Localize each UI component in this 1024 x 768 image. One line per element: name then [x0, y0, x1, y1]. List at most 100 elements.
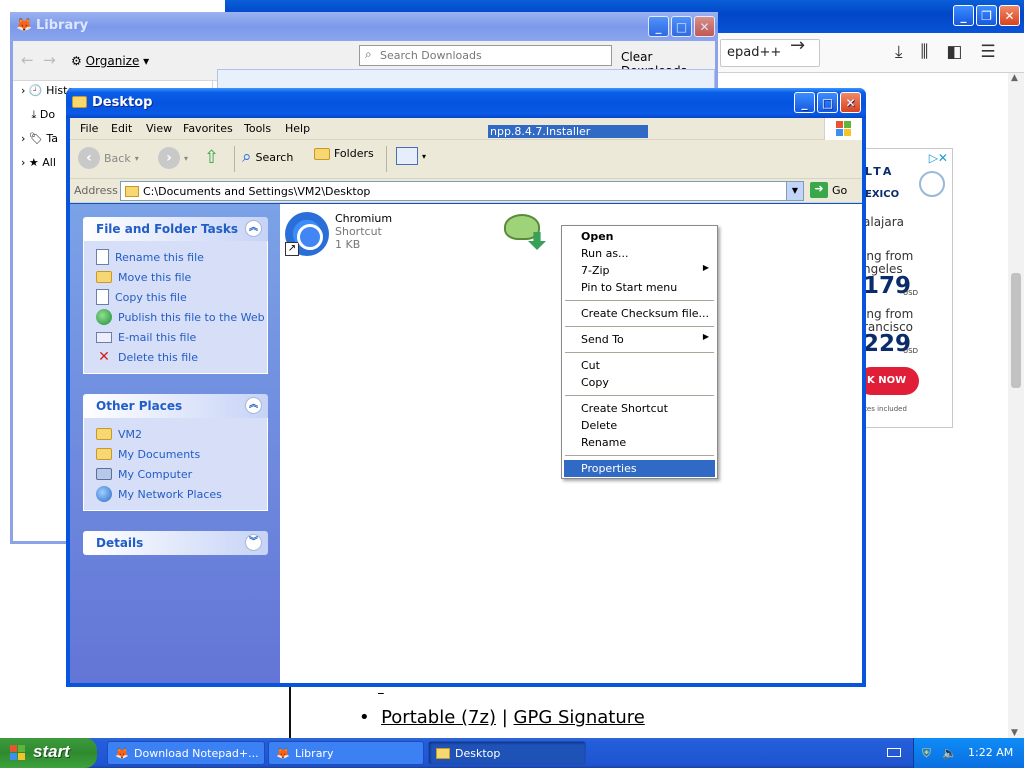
browser-scrollbar[interactable]: ▲ ▼: [1008, 73, 1024, 738]
taskbar-item-firefox[interactable]: 🦊 Download Notepad+...: [107, 741, 265, 765]
sidebar-item-all-bookmarks[interactable]: › ★ All: [21, 156, 56, 169]
place-my-documents[interactable]: My Documents: [96, 444, 267, 464]
sidebar-label: Do: [39, 108, 56, 121]
library-minimize-button[interactable]: _: [648, 16, 669, 37]
menu-item-label: Open: [581, 230, 614, 243]
place-vm2[interactable]: VM2: [96, 424, 267, 444]
library-search-input[interactable]: ⌕ Search Downloads: [359, 45, 612, 66]
ctx-rename[interactable]: Rename: [564, 434, 715, 451]
go-button[interactable]: ➜ Go: [810, 182, 847, 198]
place-my-network-places[interactable]: My Network Places: [96, 484, 267, 504]
flight-ad-banner[interactable]: ▷✕ LTA EXICO alajara ing from ngeles 179…: [857, 148, 953, 428]
up-folder-button[interactable]: ⇧: [204, 147, 219, 168]
other-places-header[interactable]: Other Places ︽: [83, 394, 268, 418]
scroll-down-icon[interactable]: ▼: [1011, 728, 1018, 738]
browser-restore-button[interactable]: ❐: [976, 5, 997, 26]
submenu-arrow-icon: ▶: [702, 332, 709, 341]
collapse-icon[interactable]: ︽: [245, 397, 262, 414]
library-close-button[interactable]: ✕: [694, 16, 715, 37]
back-button[interactable]: ‹ Back ▾: [78, 147, 139, 169]
ctx-7zip[interactable]: 7-Zip ▶: [564, 262, 715, 279]
sidebar-item-tags[interactable]: › 🏷 Ta: [21, 132, 58, 145]
file-npp-installer[interactable]: [502, 210, 550, 254]
ctx-create-shortcut[interactable]: Create Shortcut: [564, 400, 715, 417]
sidebar-item-downloads[interactable]: ⤓ Do: [21, 108, 55, 122]
folders-button[interactable]: Folders: [314, 147, 374, 160]
forward-button[interactable]: › ▾: [158, 147, 188, 169]
system-tray: ⛨ 🔈 1:22 AM: [913, 738, 1024, 768]
task-delete-file[interactable]: ✕ Delete this file: [96, 347, 267, 367]
views-button[interactable]: ▾: [396, 147, 426, 165]
menu-file[interactable]: File: [80, 122, 98, 135]
gpg-signature-link[interactable]: GPG Signature: [514, 707, 645, 728]
menu-item-label: Create Shortcut: [581, 402, 668, 415]
file-chromium-shortcut[interactable]: ↗ Chromium Shortcut 1 KB: [285, 212, 392, 256]
ctx-pin-start-menu[interactable]: Pin to Start menu: [564, 279, 715, 296]
address-dropdown-icon[interactable]: ▼: [786, 182, 803, 200]
security-shield-icon[interactable]: ⛨: [922, 746, 931, 761]
clock[interactable]: 1:22 AM: [968, 746, 1013, 759]
windows-flag-icon: [10, 745, 27, 761]
go-arrow-icon[interactable]: →: [790, 35, 805, 56]
back-forward-icon[interactable]: ← →: [21, 51, 56, 69]
ctx-open[interactable]: Open: [564, 228, 715, 245]
browser-minimize-button[interactable]: _: [953, 5, 974, 26]
expand-icon[interactable]: ︾: [245, 534, 262, 551]
library-icon[interactable]: ⫼: [921, 42, 929, 62]
portable-7z-link[interactable]: Portable (7z): [381, 707, 496, 728]
search-button[interactable]: ⌕ Search: [242, 147, 293, 167]
sidebar-icon[interactable]: ◧: [946, 42, 962, 62]
task-publish-web[interactable]: Publish this file to the Web: [96, 307, 267, 327]
task-move-file[interactable]: Move this file: [96, 267, 267, 287]
my-documents-icon: [96, 448, 112, 460]
ad-book-now-button[interactable]: K NOW: [857, 367, 919, 395]
task-rename-file[interactable]: Rename this file: [96, 247, 267, 267]
ctx-properties[interactable]: Properties: [564, 460, 715, 477]
organize-button[interactable]: ⚙ Organize ▾: [71, 54, 149, 68]
ad-choices-icon[interactable]: ▷✕: [929, 151, 948, 165]
panel-title: File and Folder Tasks: [96, 222, 239, 236]
ctx-cut[interactable]: Cut: [564, 357, 715, 374]
details-header[interactable]: Details ︾: [83, 531, 268, 555]
start-button[interactable]: start: [0, 738, 97, 768]
start-label: start: [33, 742, 70, 761]
organize-label: Organize: [85, 54, 140, 68]
file-folder-tasks-header[interactable]: File and Folder Tasks ︽: [83, 217, 268, 241]
explorer-maximize-button[interactable]: □: [817, 92, 838, 113]
ctx-delete[interactable]: Delete: [564, 417, 715, 434]
folder-icon: [72, 96, 87, 108]
menu-view[interactable]: View: [146, 122, 172, 135]
menu-item-label: Run as...: [581, 247, 629, 260]
menu-edit[interactable]: Edit: [111, 122, 132, 135]
menu-icon[interactable]: ☰: [980, 42, 995, 62]
keyboard-icon[interactable]: [887, 748, 901, 757]
browser-close-button[interactable]: ✕: [999, 5, 1020, 26]
downloads-icon[interactable]: ⤓: [895, 42, 903, 62]
library-title-bar[interactable]: 🦊 Library _ □ ✕: [10, 12, 718, 41]
ctx-create-checksum[interactable]: Create Checksum file...: [564, 305, 715, 322]
place-my-computer[interactable]: My Computer: [96, 464, 267, 484]
scroll-up-icon[interactable]: ▲: [1011, 73, 1018, 83]
task-copy-file[interactable]: Copy this file: [96, 287, 267, 307]
task-email-file[interactable]: E-mail this file: [96, 327, 267, 347]
library-maximize-button[interactable]: □: [671, 16, 692, 37]
publish-web-icon: [96, 309, 112, 325]
explorer-minimize-button[interactable]: _: [794, 92, 815, 113]
taskbar-item-library[interactable]: 🦊 Library: [268, 741, 424, 765]
address-input[interactable]: C:\Documents and Settings\VM2\Desktop ▼: [120, 181, 804, 201]
standard-toolbar: ‹ Back ▾ › ▾ ⇧ ⌕ Search Folders ▾: [70, 140, 862, 179]
firefox-icon: 🦊: [276, 747, 290, 760]
collapse-icon[interactable]: ︽: [245, 220, 262, 237]
ctx-send-to[interactable]: Send To ▶: [564, 331, 715, 348]
explorer-title-bar[interactable]: Desktop _ □ ✕: [66, 88, 866, 118]
taskbar-item-desktop[interactable]: Desktop: [428, 741, 586, 765]
npp-installer-name-selected[interactable]: npp.8.4.7.Installer: [488, 125, 648, 138]
menu-tools[interactable]: Tools: [244, 122, 271, 135]
ctx-copy[interactable]: Copy: [564, 374, 715, 391]
menu-help[interactable]: Help: [285, 122, 310, 135]
ctx-run-as[interactable]: Run as...: [564, 245, 715, 262]
volume-icon[interactable]: 🔈: [942, 746, 957, 760]
explorer-close-button[interactable]: ✕: [840, 92, 861, 113]
menu-favorites[interactable]: Favorites: [183, 122, 233, 135]
scroll-thumb[interactable]: [1011, 273, 1021, 388]
